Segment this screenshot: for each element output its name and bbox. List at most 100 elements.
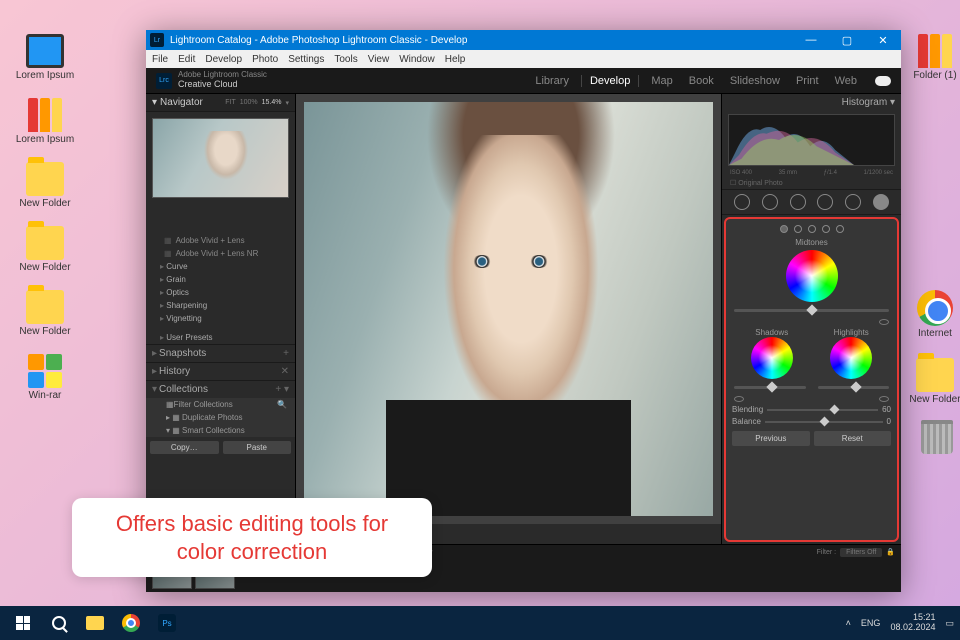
module-slideshow[interactable]: Slideshow <box>726 75 784 87</box>
close-button[interactable]: ✕ <box>865 30 901 50</box>
window-title: Lightroom Catalog - Adobe Photoshop Ligh… <box>170 35 467 46</box>
eye-icon[interactable] <box>879 396 889 402</box>
left-panel: ▾ Navigator FIT100%15.4%▾ ▦Adobe Vivid +… <box>146 94 296 544</box>
histogram-header[interactable]: Histogram ▾ <box>722 94 901 111</box>
mask-tool-icon[interactable] <box>790 194 806 210</box>
adjust-curve[interactable]: Curve <box>146 260 295 273</box>
highlights-wheel[interactable] <box>830 337 872 379</box>
adjust-grain[interactable]: Grain <box>146 273 295 286</box>
desktop-icon-folder[interactable]: New Folder <box>14 290 76 337</box>
maximize-button[interactable]: ▢ <box>829 30 865 50</box>
taskbar-search[interactable] <box>42 609 76 637</box>
midtones-wheel[interactable] <box>786 250 838 302</box>
photo-viewport[interactable] <box>296 94 721 524</box>
module-develop[interactable]: Develop <box>581 75 639 87</box>
module-map[interactable]: Map <box>647 75 676 87</box>
module-web[interactable]: Web <box>831 75 861 87</box>
module-print[interactable]: Print <box>792 75 823 87</box>
menu-window[interactable]: Window <box>399 54 435 65</box>
gradient-tool-icon[interactable] <box>845 194 861 210</box>
color-grading-panel: Midtones Shadows Highlights <box>724 217 899 542</box>
adjust-sharpening[interactable]: Sharpening <box>146 299 295 312</box>
desktop-icon-computer[interactable]: Lorem Ipsum <box>14 34 76 81</box>
shadows-label: Shadows <box>751 328 793 337</box>
desktop-icon-folder[interactable]: New Folder <box>14 162 76 209</box>
preset-item[interactable]: ▦Adobe Vivid + Lens <box>146 234 295 247</box>
snapshots-section[interactable]: Snapshots+ <box>146 344 295 362</box>
eye-icon[interactable] <box>734 396 744 402</box>
desktop-icon-folder[interactable]: New Folder <box>904 358 960 405</box>
menu-develop[interactable]: Develop <box>205 54 242 65</box>
highlights-label: Highlights <box>830 328 872 337</box>
crop-tool-icon[interactable] <box>734 194 750 210</box>
balance-slider[interactable]: Balance0 <box>732 417 891 426</box>
copy-button[interactable]: Copy… <box>150 441 219 454</box>
menu-edit[interactable]: Edit <box>178 54 195 65</box>
heal-tool-icon[interactable] <box>762 194 778 210</box>
desktop-icon-winrar[interactable]: Win-rar <box>14 354 76 401</box>
filter-lock-icon[interactable]: 🔒 <box>886 548 895 556</box>
menu-view[interactable]: View <box>368 54 390 65</box>
taskbar-chrome[interactable] <box>114 609 148 637</box>
brush-tool-icon[interactable] <box>873 194 889 210</box>
collection-item[interactable]: ▸ ▦ Duplicate Photos <box>146 411 295 424</box>
filter-collections[interactable]: ▦ Filter Collections🔍 <box>146 398 295 411</box>
highlights-slider[interactable] <box>818 386 890 389</box>
desktop-icon-folder[interactable]: New Folder <box>14 226 76 273</box>
midtones-slider[interactable] <box>734 309 889 312</box>
cloud-sync-icon[interactable] <box>875 76 891 86</box>
tray-clock[interactable]: 15:2108.02.2024 <box>890 613 935 633</box>
desktop-icon-chrome[interactable]: Internet <box>904 290 960 339</box>
eye-icon[interactable] <box>879 319 889 325</box>
reset-button[interactable]: Reset <box>814 431 892 446</box>
module-library[interactable]: Library <box>531 75 573 87</box>
tray-language[interactable]: ENG <box>861 618 881 628</box>
collections-section[interactable]: Collections+ ▾ <box>146 380 295 398</box>
color-mode-dots[interactable] <box>732 223 891 235</box>
brand-text: Adobe Lightroom ClassicCreative Cloud <box>178 71 267 90</box>
menu-photo[interactable]: Photo <box>252 54 278 65</box>
exif-strip: ISO 40035 mmƒ/1.41/1200 sec <box>722 169 901 177</box>
module-header: Lrc Adobe Lightroom ClassicCreative Clou… <box>146 68 901 94</box>
tray-notifications-icon[interactable]: ▭ <box>945 618 954 629</box>
blending-slider[interactable]: Blending60 <box>732 405 891 414</box>
center-panel: | ☐Soft Proofing <box>296 94 721 544</box>
filter-dropdown[interactable]: Filters Off <box>840 548 882 557</box>
paste-button[interactable]: Paste <box>223 441 292 454</box>
history-section[interactable]: History✕ <box>146 362 295 380</box>
tool-strip <box>722 189 901 215</box>
right-panel: Histogram ▾ ISO 40035 mmƒ/1.41/1200 sec … <box>721 94 901 544</box>
taskbar-photoshop[interactable]: Ps <box>150 609 184 637</box>
titlebar[interactable]: Lr Lightroom Catalog - Adobe Photoshop L… <box>146 30 901 50</box>
shadows-slider[interactable] <box>734 386 806 389</box>
navigator-header[interactable]: ▾ Navigator FIT100%15.4%▾ <box>146 94 295 112</box>
shadows-wheel[interactable] <box>751 337 793 379</box>
redeye-tool-icon[interactable] <box>817 194 833 210</box>
lightroom-badge-icon: Lr <box>150 33 164 47</box>
adjust-optics[interactable]: Optics <box>146 286 295 299</box>
menu-file[interactable]: File <box>152 54 168 65</box>
start-button[interactable] <box>6 609 40 637</box>
menu-help[interactable]: Help <box>445 54 466 65</box>
original-photo-toggle[interactable]: Original Photo <box>738 180 782 187</box>
collection-item[interactable]: ▾ ▦ Smart Collections <box>146 424 295 437</box>
menu-settings[interactable]: Settings <box>288 54 324 65</box>
navigator-preview[interactable] <box>152 118 289 198</box>
taskbar: Ps ˄ ENG 15:2108.02.2024 ▭ <box>0 606 960 640</box>
menu-tools[interactable]: Tools <box>334 54 357 65</box>
desktop-icon-binders[interactable]: Folder (1) <box>904 34 960 81</box>
module-book[interactable]: Book <box>685 75 718 87</box>
desktop-icon-binders[interactable]: Lorem Ipsum <box>14 98 76 145</box>
menubar: File Edit Develop Photo Settings Tools V… <box>146 50 901 68</box>
taskbar-explorer[interactable] <box>78 609 112 637</box>
preset-item[interactable]: ▦Adobe Vivid + Lens NR <box>146 247 295 260</box>
desktop-icon-trash[interactable] <box>906 420 960 454</box>
tray-expand-icon[interactable]: ˄ <box>846 618 851 628</box>
histogram-graph[interactable] <box>728 114 895 166</box>
previous-button[interactable]: Previous <box>732 431 810 446</box>
adjust-vignetting[interactable]: Vignetting <box>146 312 295 325</box>
photo-image <box>304 102 713 516</box>
filter-label: Filter : <box>817 549 836 556</box>
user-presets[interactable]: User Presets <box>146 331 295 344</box>
minimize-button[interactable]: — <box>793 30 829 50</box>
